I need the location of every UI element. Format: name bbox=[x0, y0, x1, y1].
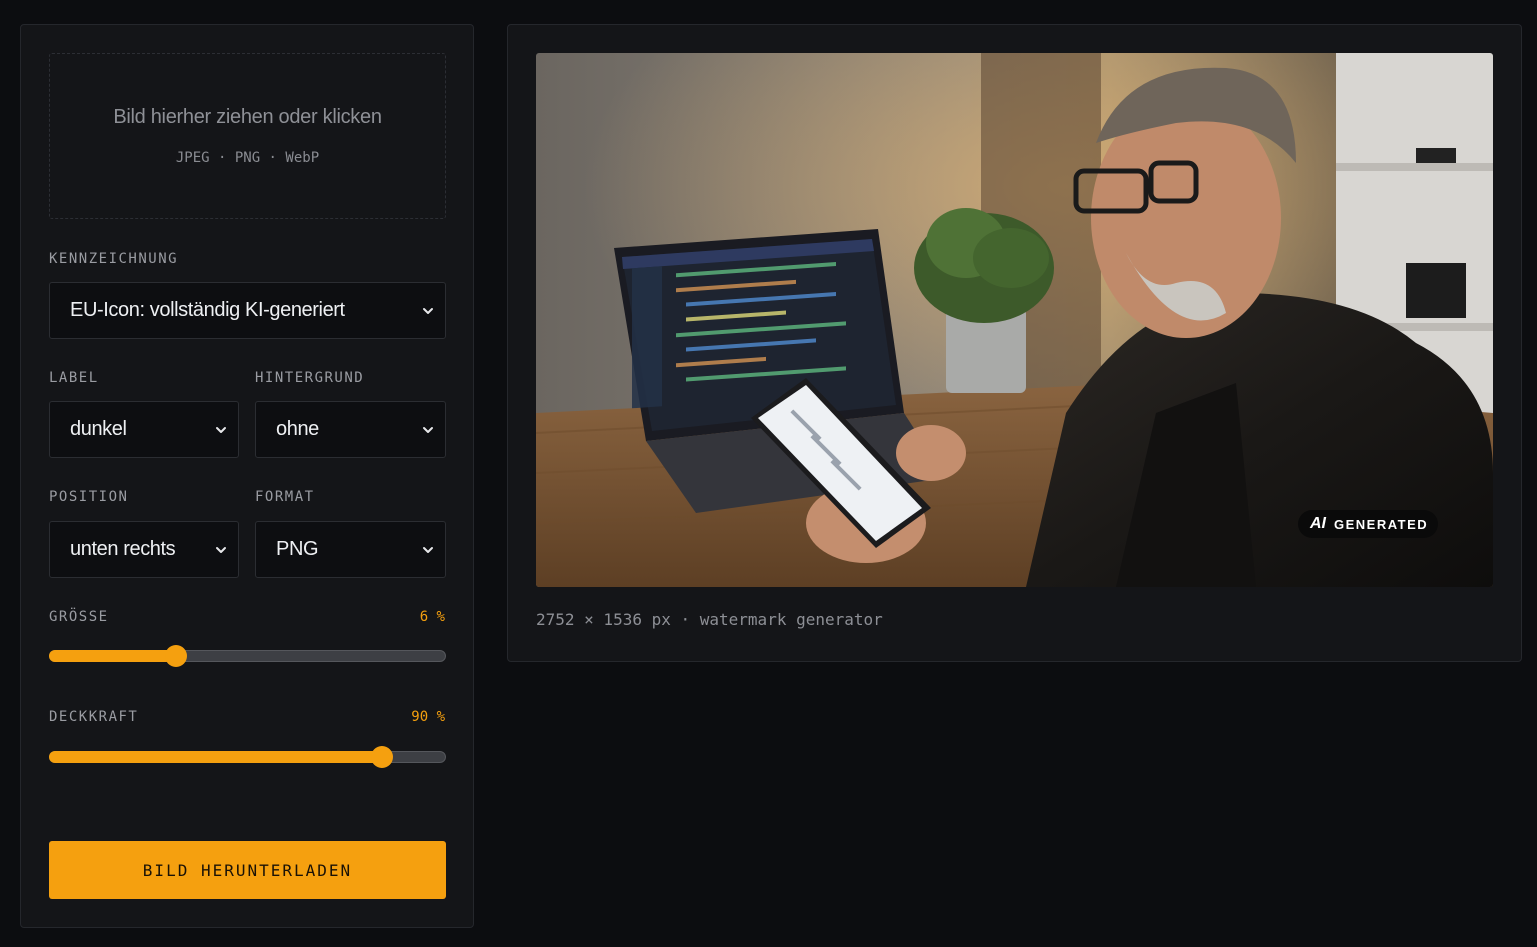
size-slider-thumb[interactable] bbox=[165, 645, 187, 667]
label-style-select[interactable]: dunkel bbox=[49, 401, 239, 458]
position-select[interactable]: unten rechts bbox=[49, 521, 239, 578]
opacity-slider-thumb[interactable] bbox=[371, 746, 393, 768]
labeling-select[interactable]: EU-Icon: vollständig KI-generiert bbox=[49, 282, 446, 339]
preview-image: AI GENERATED bbox=[536, 53, 1493, 587]
image-info-caption: 2752 × 1536 px · watermark generator bbox=[536, 610, 883, 629]
image-dropzone[interactable]: Bild hierher ziehen oder klicken JPEG · … bbox=[49, 53, 446, 219]
preview-photo-illustration bbox=[536, 53, 1493, 587]
format-label: FORMAT bbox=[255, 489, 315, 505]
size-slider[interactable] bbox=[49, 644, 446, 668]
size-label: GRÖSSE bbox=[49, 609, 109, 625]
chevron-down-icon bbox=[216, 547, 226, 553]
chevron-down-icon bbox=[216, 427, 226, 433]
labeling-select-value: EU-Icon: vollständig KI-generiert bbox=[70, 299, 345, 321]
controls-panel: Bild hierher ziehen oder klicken JPEG · … bbox=[20, 24, 474, 928]
size-value: 6 % bbox=[419, 609, 445, 625]
generated-watermark-label: GENERATED bbox=[1334, 516, 1429, 532]
opacity-slider[interactable] bbox=[49, 745, 446, 769]
opacity-value: 90 % bbox=[411, 709, 445, 725]
chevron-down-icon bbox=[423, 308, 433, 314]
position-select-value: unten rechts bbox=[70, 538, 176, 560]
labeling-label: KENNZEICHNUNG bbox=[49, 251, 179, 267]
download-button[interactable]: BILD HERUNTERLADEN bbox=[49, 841, 446, 899]
dropzone-title: Bild hierher ziehen oder klicken bbox=[113, 106, 382, 128]
ai-generated-watermark: AI GENERATED bbox=[1298, 510, 1438, 538]
chevron-down-icon bbox=[423, 547, 433, 553]
preview-panel: AI GENERATED 2752 × 1536 px · watermark … bbox=[507, 24, 1522, 662]
background-select[interactable]: ohne bbox=[255, 401, 446, 458]
opacity-slider-fill bbox=[49, 751, 382, 763]
dropzone-formats: JPEG · PNG · WebP bbox=[175, 150, 320, 166]
format-select[interactable]: PNG bbox=[255, 521, 446, 578]
label-style-label: LABEL bbox=[49, 370, 99, 386]
size-slider-fill bbox=[49, 650, 176, 662]
ai-watermark-label: AI bbox=[1310, 515, 1326, 532]
opacity-label: DECKKRAFT bbox=[49, 709, 139, 725]
chevron-down-icon bbox=[423, 427, 433, 433]
format-select-value: PNG bbox=[276, 538, 319, 560]
background-select-value: ohne bbox=[276, 418, 319, 440]
label-style-select-value: dunkel bbox=[70, 418, 127, 440]
background-label: HINTERGRUND bbox=[255, 370, 365, 386]
position-label: POSITION bbox=[49, 489, 129, 505]
